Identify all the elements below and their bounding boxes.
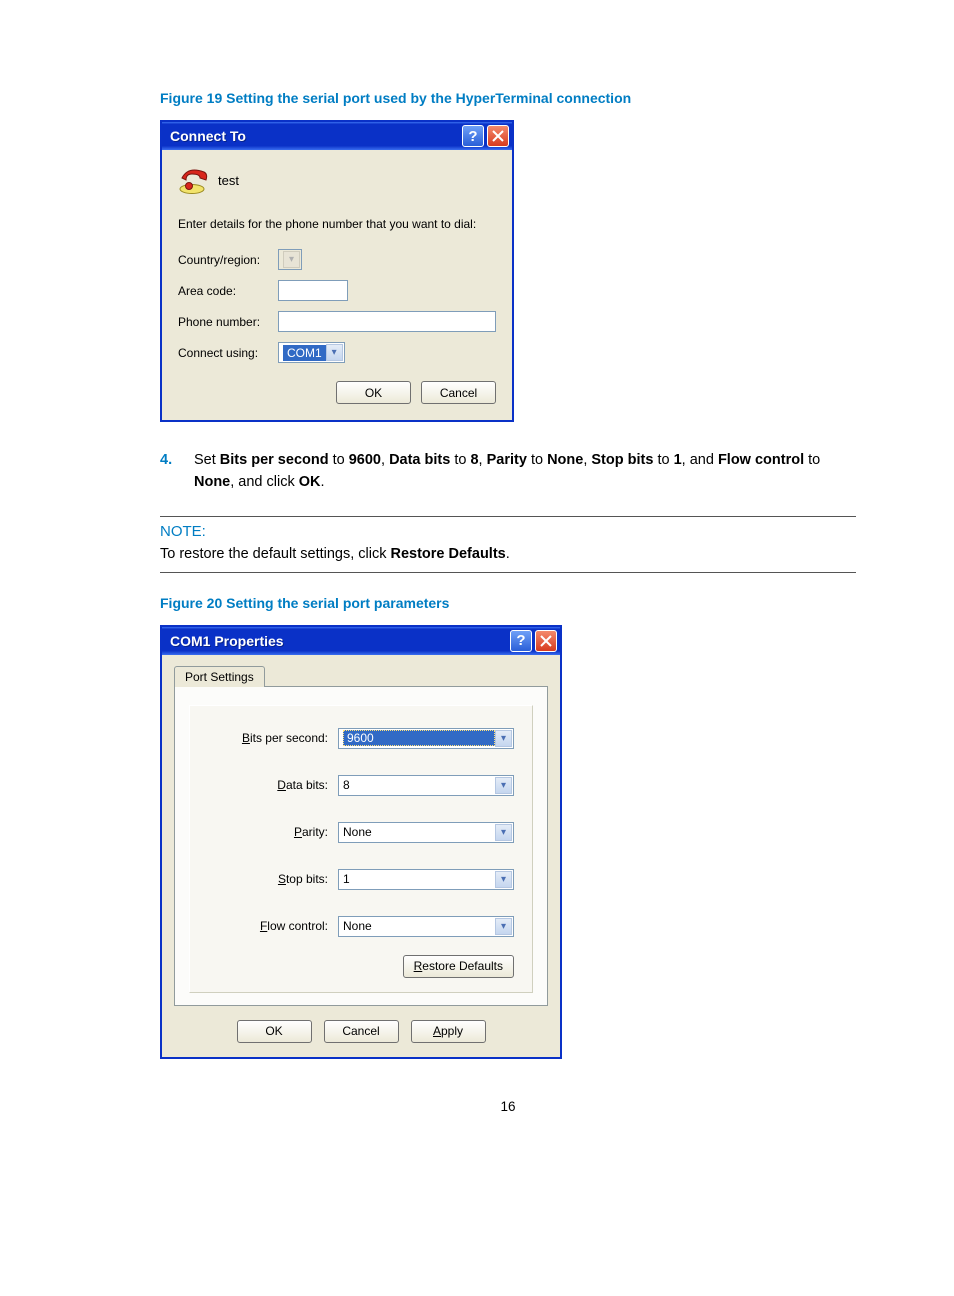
country-region-select[interactable]: ▾: [278, 249, 302, 270]
area-code-input[interactable]: [278, 280, 348, 301]
cancel-button[interactable]: Cancel: [324, 1020, 399, 1043]
country-region-label: Country/region:: [178, 253, 278, 267]
close-button[interactable]: [487, 125, 509, 147]
figure19-caption: Figure 19 Setting the serial port used b…: [160, 90, 856, 106]
data-bits-select[interactable]: 8▾: [338, 775, 514, 796]
chevron-down-icon: ▾: [495, 777, 512, 794]
cancel-button[interactable]: Cancel: [421, 381, 496, 404]
help-button[interactable]: ?: [510, 630, 532, 652]
com1-properties-dialog: COM1 Properties ? Port Settings Bits per…: [160, 625, 562, 1059]
stop-bits-label: Stop bits:: [208, 872, 338, 886]
step-4: 4. Set Bits per second to 9600, Data bit…: [160, 450, 856, 494]
ok-button[interactable]: OK: [336, 381, 411, 404]
chevron-down-icon: ▾: [283, 251, 300, 268]
flow-control-label: Flow control:: [208, 919, 338, 933]
help-button[interactable]: ?: [462, 125, 484, 147]
step-number: 4.: [160, 450, 178, 494]
chevron-down-icon: ▾: [495, 918, 512, 935]
area-code-label: Area code:: [178, 284, 278, 298]
chevron-down-icon: ▾: [326, 344, 343, 361]
flow-control-select[interactable]: None▾: [338, 916, 514, 937]
phone-number-label: Phone number:: [178, 315, 278, 329]
stop-bits-select[interactable]: 1▾: [338, 869, 514, 890]
connect-to-dialog: Connect To ? test Enter details: [160, 120, 514, 422]
note-text: To restore the default settings, click R…: [160, 546, 856, 562]
phone-number-input[interactable]: [278, 311, 496, 332]
parity-select[interactable]: None▾: [338, 822, 514, 843]
close-button[interactable]: [535, 630, 557, 652]
titlebar: COM1 Properties ?: [162, 627, 560, 655]
page-number: 16: [160, 1099, 856, 1114]
titlebar: Connect To ?: [162, 122, 512, 150]
dialog-title: COM1 Properties: [170, 633, 284, 649]
phone-icon: [178, 164, 210, 197]
chevron-down-icon: ▾: [495, 730, 512, 747]
figure20-caption: Figure 20 Setting the serial port parame…: [160, 595, 856, 611]
parity-label: Parity:: [208, 825, 338, 839]
bits-per-second-select[interactable]: 9600▾: [338, 728, 514, 749]
ok-button[interactable]: OK: [237, 1020, 312, 1043]
connect-using-select[interactable]: COM1▾: [278, 342, 345, 363]
note-label: NOTE:: [160, 523, 856, 540]
data-bits-label: Data bits:: [208, 778, 338, 792]
apply-button[interactable]: Apply: [411, 1020, 486, 1043]
tab-port-settings[interactable]: Port Settings: [174, 666, 265, 687]
restore-defaults-button[interactable]: Restore Defaults: [403, 955, 514, 978]
bits-per-second-label: Bits per second:: [208, 731, 338, 745]
note-block: NOTE: To restore the default settings, c…: [160, 516, 856, 573]
chevron-down-icon: ▾: [495, 824, 512, 841]
connection-name: test: [218, 173, 239, 188]
instruction-text: Enter details for the phone number that …: [178, 217, 496, 231]
step-text: Set Bits per second to 9600, Data bits t…: [194, 450, 856, 494]
connect-using-label: Connect using:: [178, 346, 278, 360]
dialog-title: Connect To: [170, 128, 246, 144]
chevron-down-icon: ▾: [495, 871, 512, 888]
